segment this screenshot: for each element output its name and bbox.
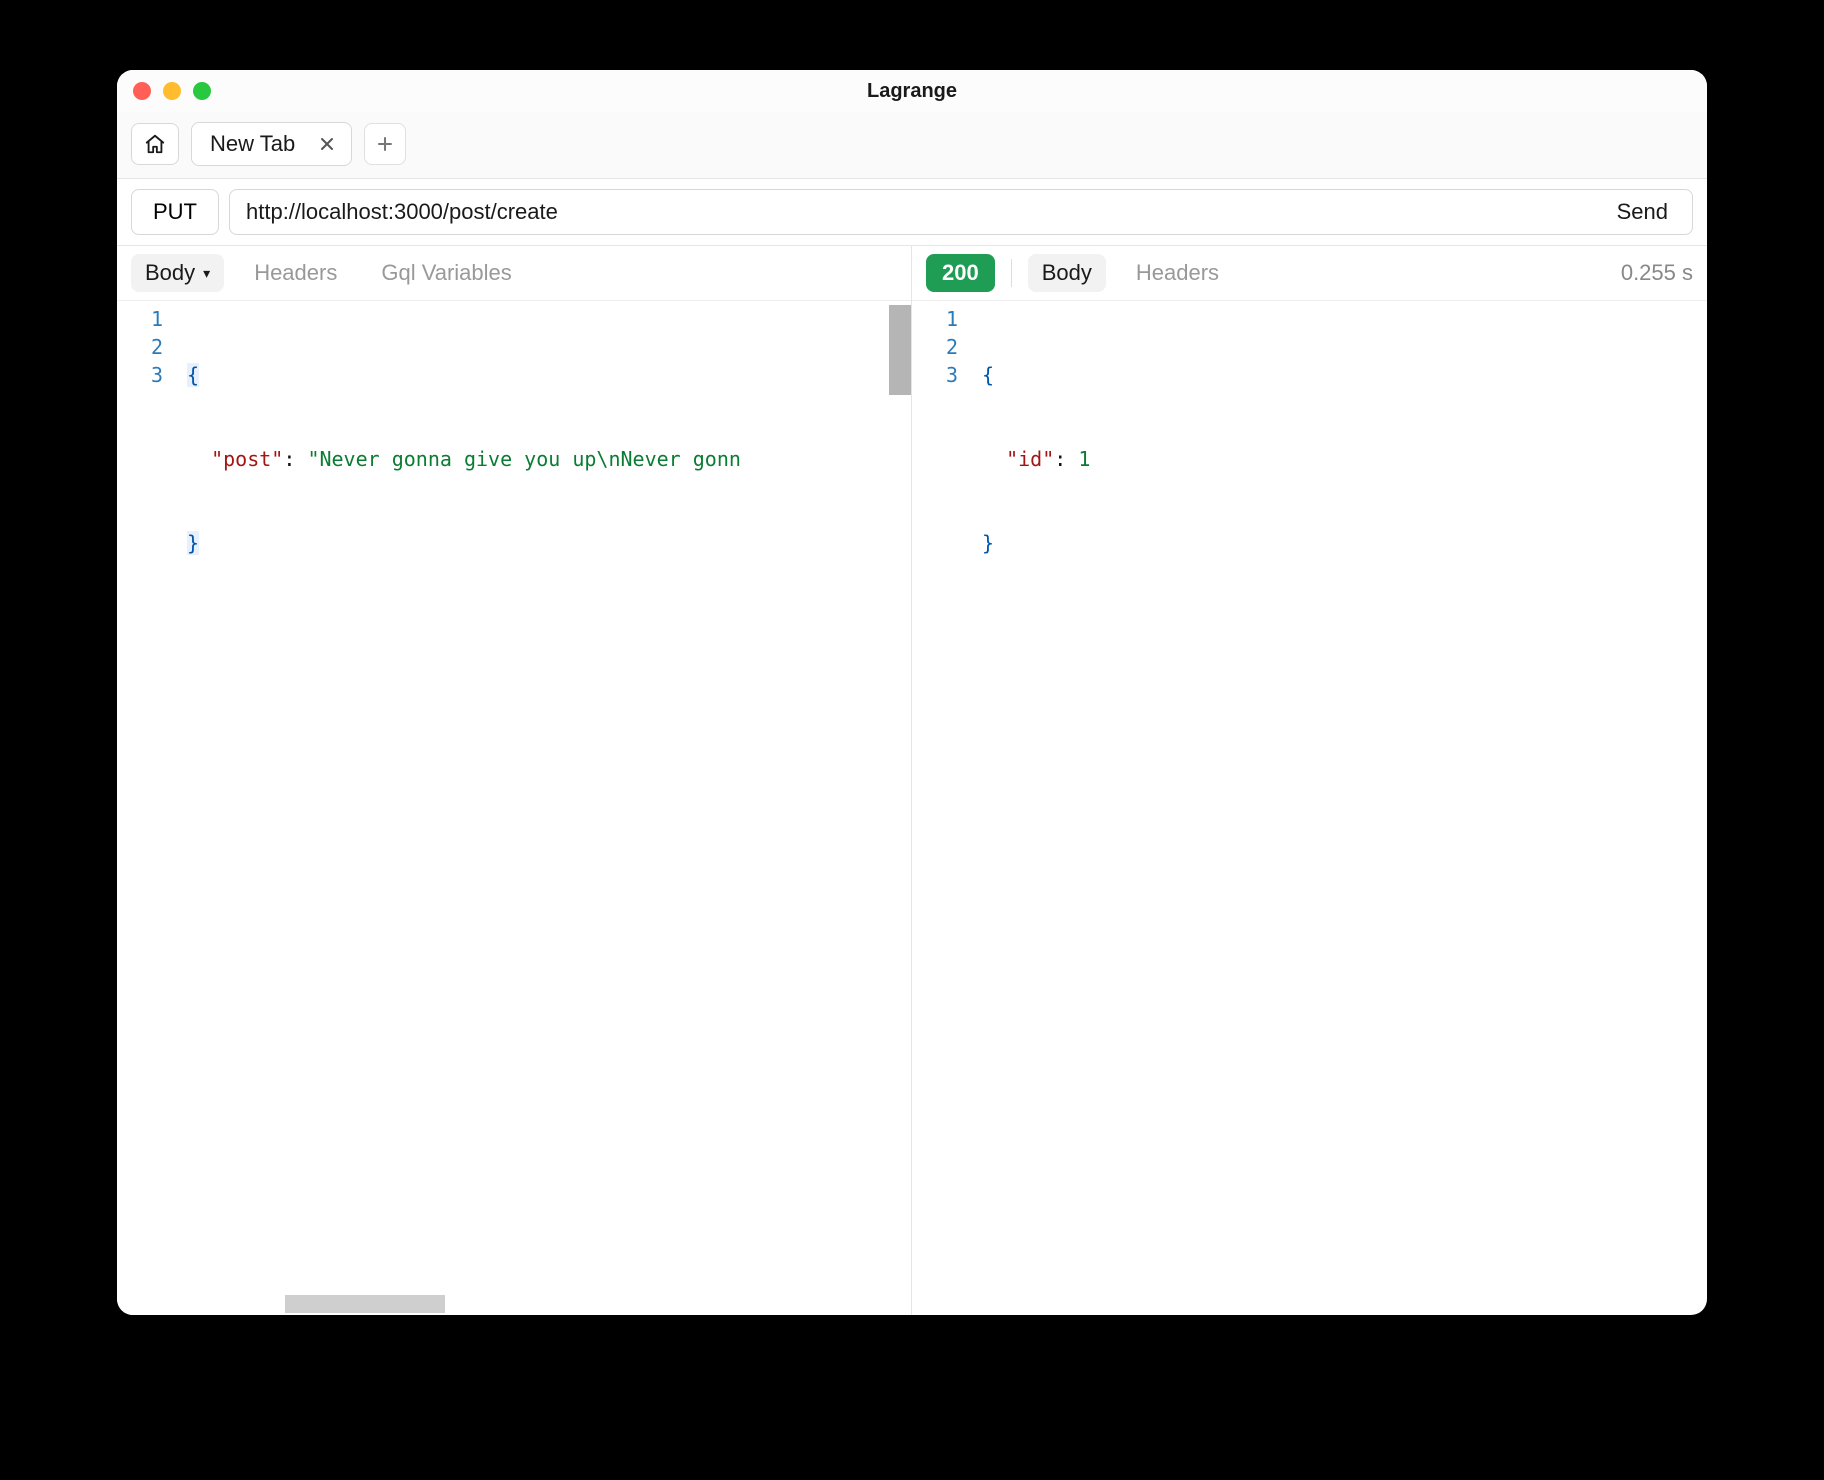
line-number: 2: [912, 333, 958, 361]
close-icon: [319, 136, 335, 152]
code-area: { "id": 1 }: [970, 301, 1707, 1315]
home-icon: [144, 133, 166, 155]
chevron-down-icon: ▾: [203, 265, 210, 282]
line-number: 3: [912, 361, 958, 389]
response-pane-tabs: 200 Body Headers 0.255 s: [912, 246, 1707, 301]
new-tab-button[interactable]: [364, 123, 406, 165]
url-input[interactable]: [246, 199, 1609, 225]
close-window-button[interactable]: [133, 82, 151, 100]
response-tab-body[interactable]: Body: [1028, 254, 1106, 292]
request-pane-tabs: Body ▾ Headers Gql Variables: [117, 246, 911, 301]
tab-label: New Tab: [210, 131, 295, 157]
horizontal-scrollbar[interactable]: [285, 1295, 445, 1313]
response-body-viewer[interactable]: 1 2 3 { "id": 1 }: [912, 301, 1707, 1315]
request-tab-body[interactable]: Body ▾: [131, 254, 224, 292]
vertical-scrollbar[interactable]: [889, 305, 911, 395]
url-bar: Send: [229, 189, 1693, 235]
window-controls: [133, 82, 211, 100]
http-method-select[interactable]: PUT: [131, 189, 219, 235]
line-gutter: 1 2 3: [912, 301, 970, 1315]
response-timing: 0.255 s: [1621, 260, 1693, 286]
divider: [1011, 259, 1012, 287]
line-number: 2: [117, 333, 163, 361]
line-number: 1: [117, 305, 163, 333]
code-area[interactable]: { "post": "Never gonna give you up\nNeve…: [175, 301, 911, 1315]
request-tab-gql[interactable]: Gql Variables: [367, 254, 525, 292]
line-number: 1: [912, 305, 958, 333]
status-badge: 200: [926, 254, 995, 292]
request-tab-headers[interactable]: Headers: [240, 254, 351, 292]
tab[interactable]: New Tab: [191, 122, 352, 166]
panes: Body ▾ Headers Gql Variables 1 2 3 { "po…: [117, 246, 1707, 1315]
request-pane: Body ▾ Headers Gql Variables 1 2 3 { "po…: [117, 246, 912, 1315]
maximize-window-button[interactable]: [193, 82, 211, 100]
plus-icon: [377, 136, 393, 152]
request-tab-body-label: Body: [145, 260, 195, 286]
minimize-window-button[interactable]: [163, 82, 181, 100]
tab-bar: New Tab: [117, 112, 1707, 179]
send-button[interactable]: Send: [1609, 199, 1676, 225]
home-button[interactable]: [131, 123, 179, 165]
line-number: 3: [117, 361, 163, 389]
app-window: Lagrange New Tab PUT Send Body: [117, 70, 1707, 1315]
http-method-value: PUT: [153, 199, 197, 225]
request-body-editor[interactable]: 1 2 3 { "post": "Never gonna give you up…: [117, 301, 911, 1315]
app-title: Lagrange: [867, 80, 957, 103]
request-bar: PUT Send: [117, 179, 1707, 246]
response-pane: 200 Body Headers 0.255 s 1 2 3 { "id": 1…: [912, 246, 1707, 1315]
line-gutter: 1 2 3: [117, 301, 175, 1315]
tab-close-button[interactable]: [313, 130, 341, 158]
response-tab-headers[interactable]: Headers: [1122, 254, 1233, 292]
titlebar: Lagrange: [117, 70, 1707, 112]
